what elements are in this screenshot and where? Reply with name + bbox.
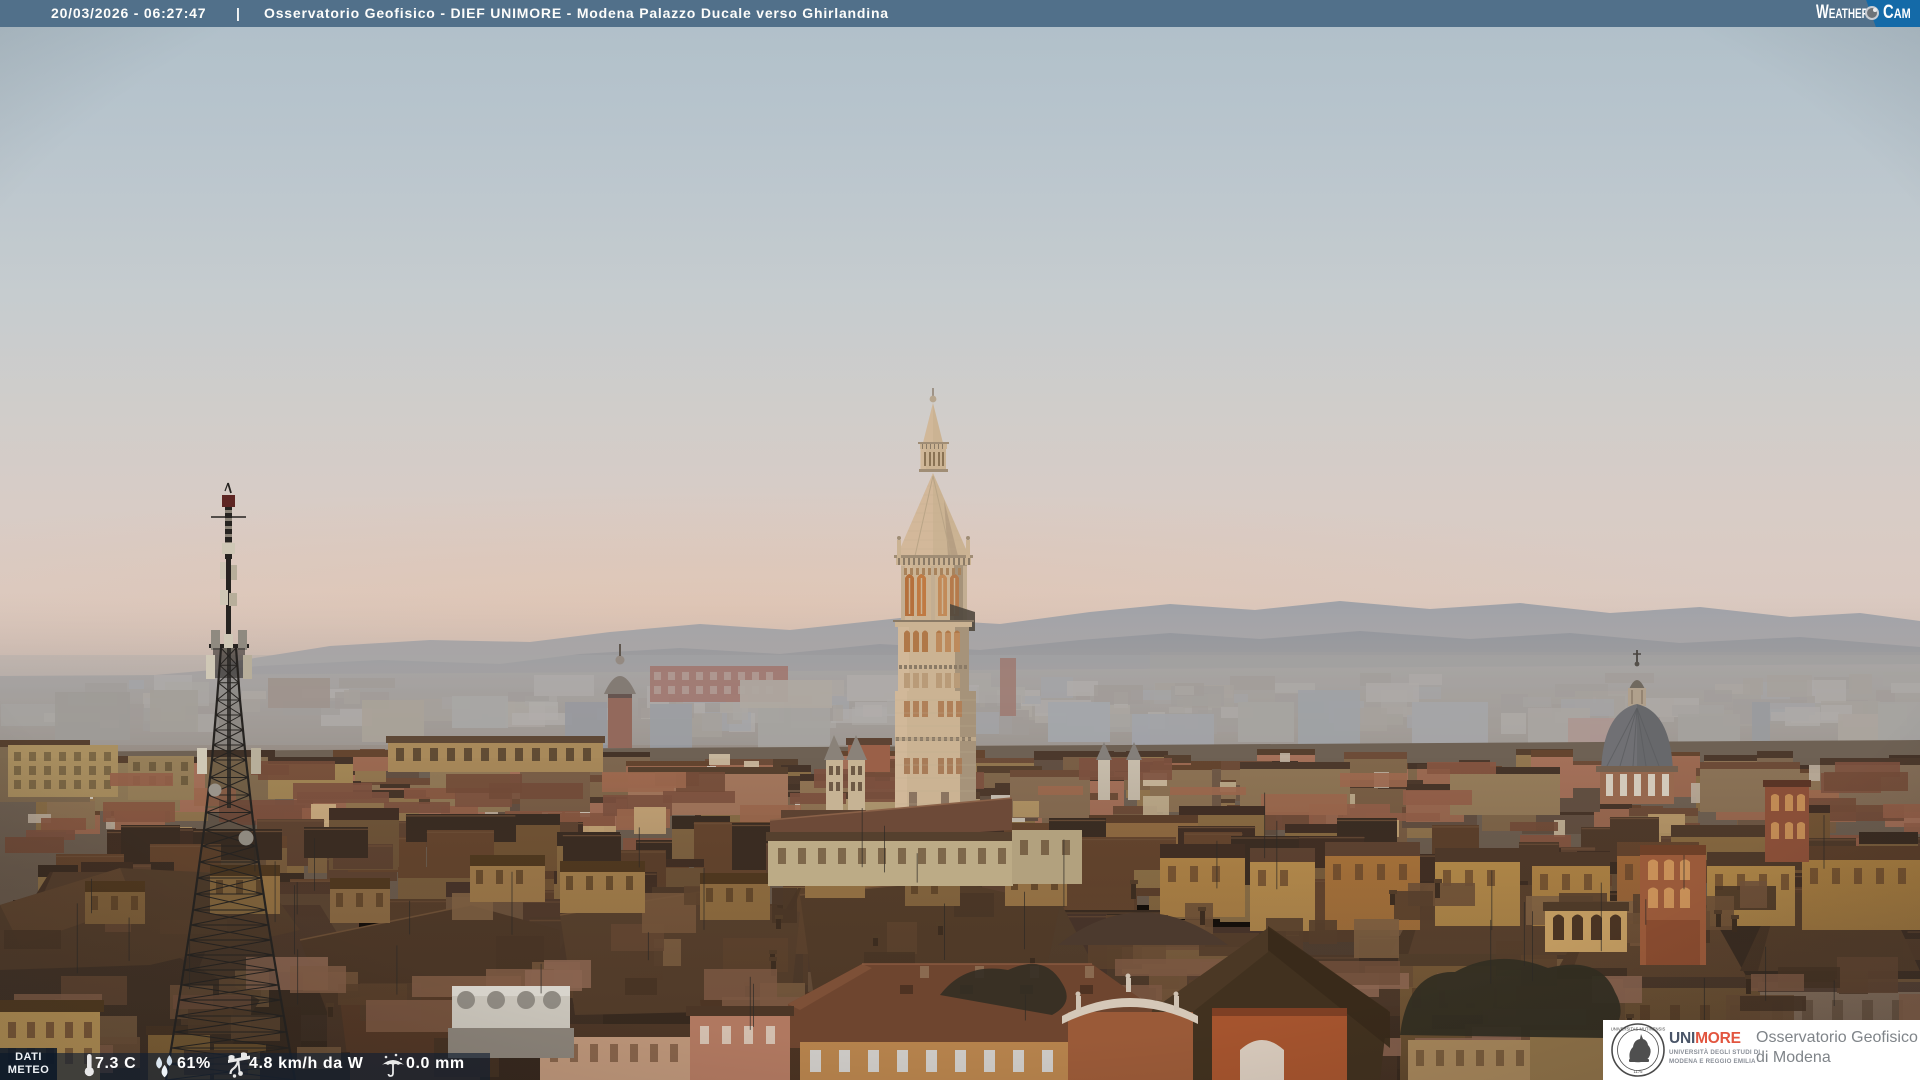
svg-text:1175: 1175 (1633, 1069, 1643, 1074)
svg-text:UNIVERSITAS MUTINENSIS: UNIVERSITAS MUTINENSIS (1611, 1027, 1666, 1032)
